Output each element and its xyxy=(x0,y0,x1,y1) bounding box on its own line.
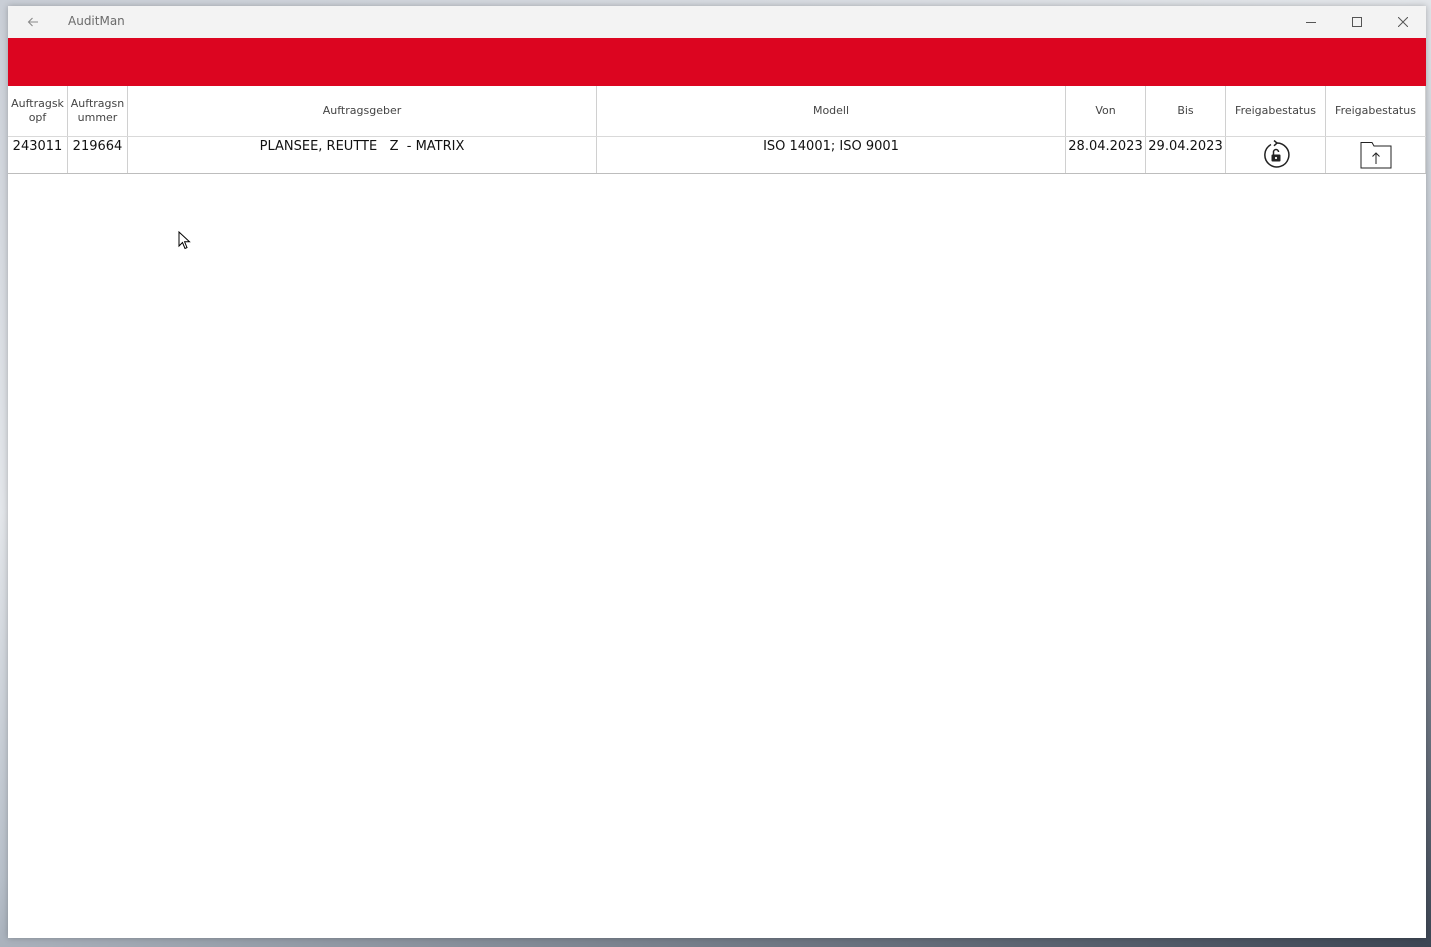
cell-freigabestatus xyxy=(1226,137,1326,173)
title-bar: AuditMan xyxy=(8,6,1426,38)
back-button[interactable] xyxy=(20,10,46,34)
cell-auftragsgeber: PLANSEE, REUTTE Z - MATRIX xyxy=(128,137,597,173)
table-header-row: Auftragsk opf Auftragsn ummer Auftragsge… xyxy=(8,86,1426,137)
minimize-button[interactable] xyxy=(1288,6,1334,38)
header-freigabestatus[interactable]: Freigabestatus xyxy=(1226,86,1326,136)
header-von[interactable]: Von xyxy=(1066,86,1146,136)
minimize-icon xyxy=(1306,22,1316,23)
header-freigabestatus-2[interactable]: Freigabestatus xyxy=(1326,86,1426,136)
cell-bis: 29.04.2023 xyxy=(1146,137,1226,173)
folder-upload-icon[interactable] xyxy=(1360,141,1392,169)
close-icon xyxy=(1398,17,1408,27)
accent-bar xyxy=(8,38,1426,86)
maximize-icon xyxy=(1352,17,1362,27)
cell-auftragsnummer: 219664 xyxy=(68,137,128,173)
app-window: AuditMan Auftragsk opf Auftragsn ummer A… xyxy=(8,6,1426,938)
back-arrow-icon xyxy=(27,17,38,27)
maximize-button[interactable] xyxy=(1334,6,1380,38)
mouse-cursor-icon xyxy=(178,231,191,250)
header-modell[interactable]: Modell xyxy=(597,86,1066,136)
header-bis[interactable]: Bis xyxy=(1146,86,1226,136)
close-button[interactable] xyxy=(1380,6,1426,38)
header-auftragskopf[interactable]: Auftragsk opf xyxy=(8,86,68,136)
unlock-refresh-icon[interactable] xyxy=(1261,140,1291,170)
cell-modell: ISO 14001; ISO 9001 xyxy=(597,137,1066,173)
orders-table: Auftragsk opf Auftragsn ummer Auftragsge… xyxy=(8,86,1426,174)
header-auftragsgeber[interactable]: Auftragsgeber xyxy=(128,86,597,136)
app-title: AuditMan xyxy=(68,14,125,28)
cell-auftragskopf: 243011 xyxy=(8,137,68,173)
cell-von: 28.04.2023 xyxy=(1066,137,1146,173)
cell-freigabestatus-upload xyxy=(1326,137,1426,173)
table-row[interactable]: 243011 219664 PLANSEE, REUTTE Z - MATRIX… xyxy=(8,137,1426,174)
header-auftragsnummer[interactable]: Auftragsn ummer xyxy=(68,86,128,136)
